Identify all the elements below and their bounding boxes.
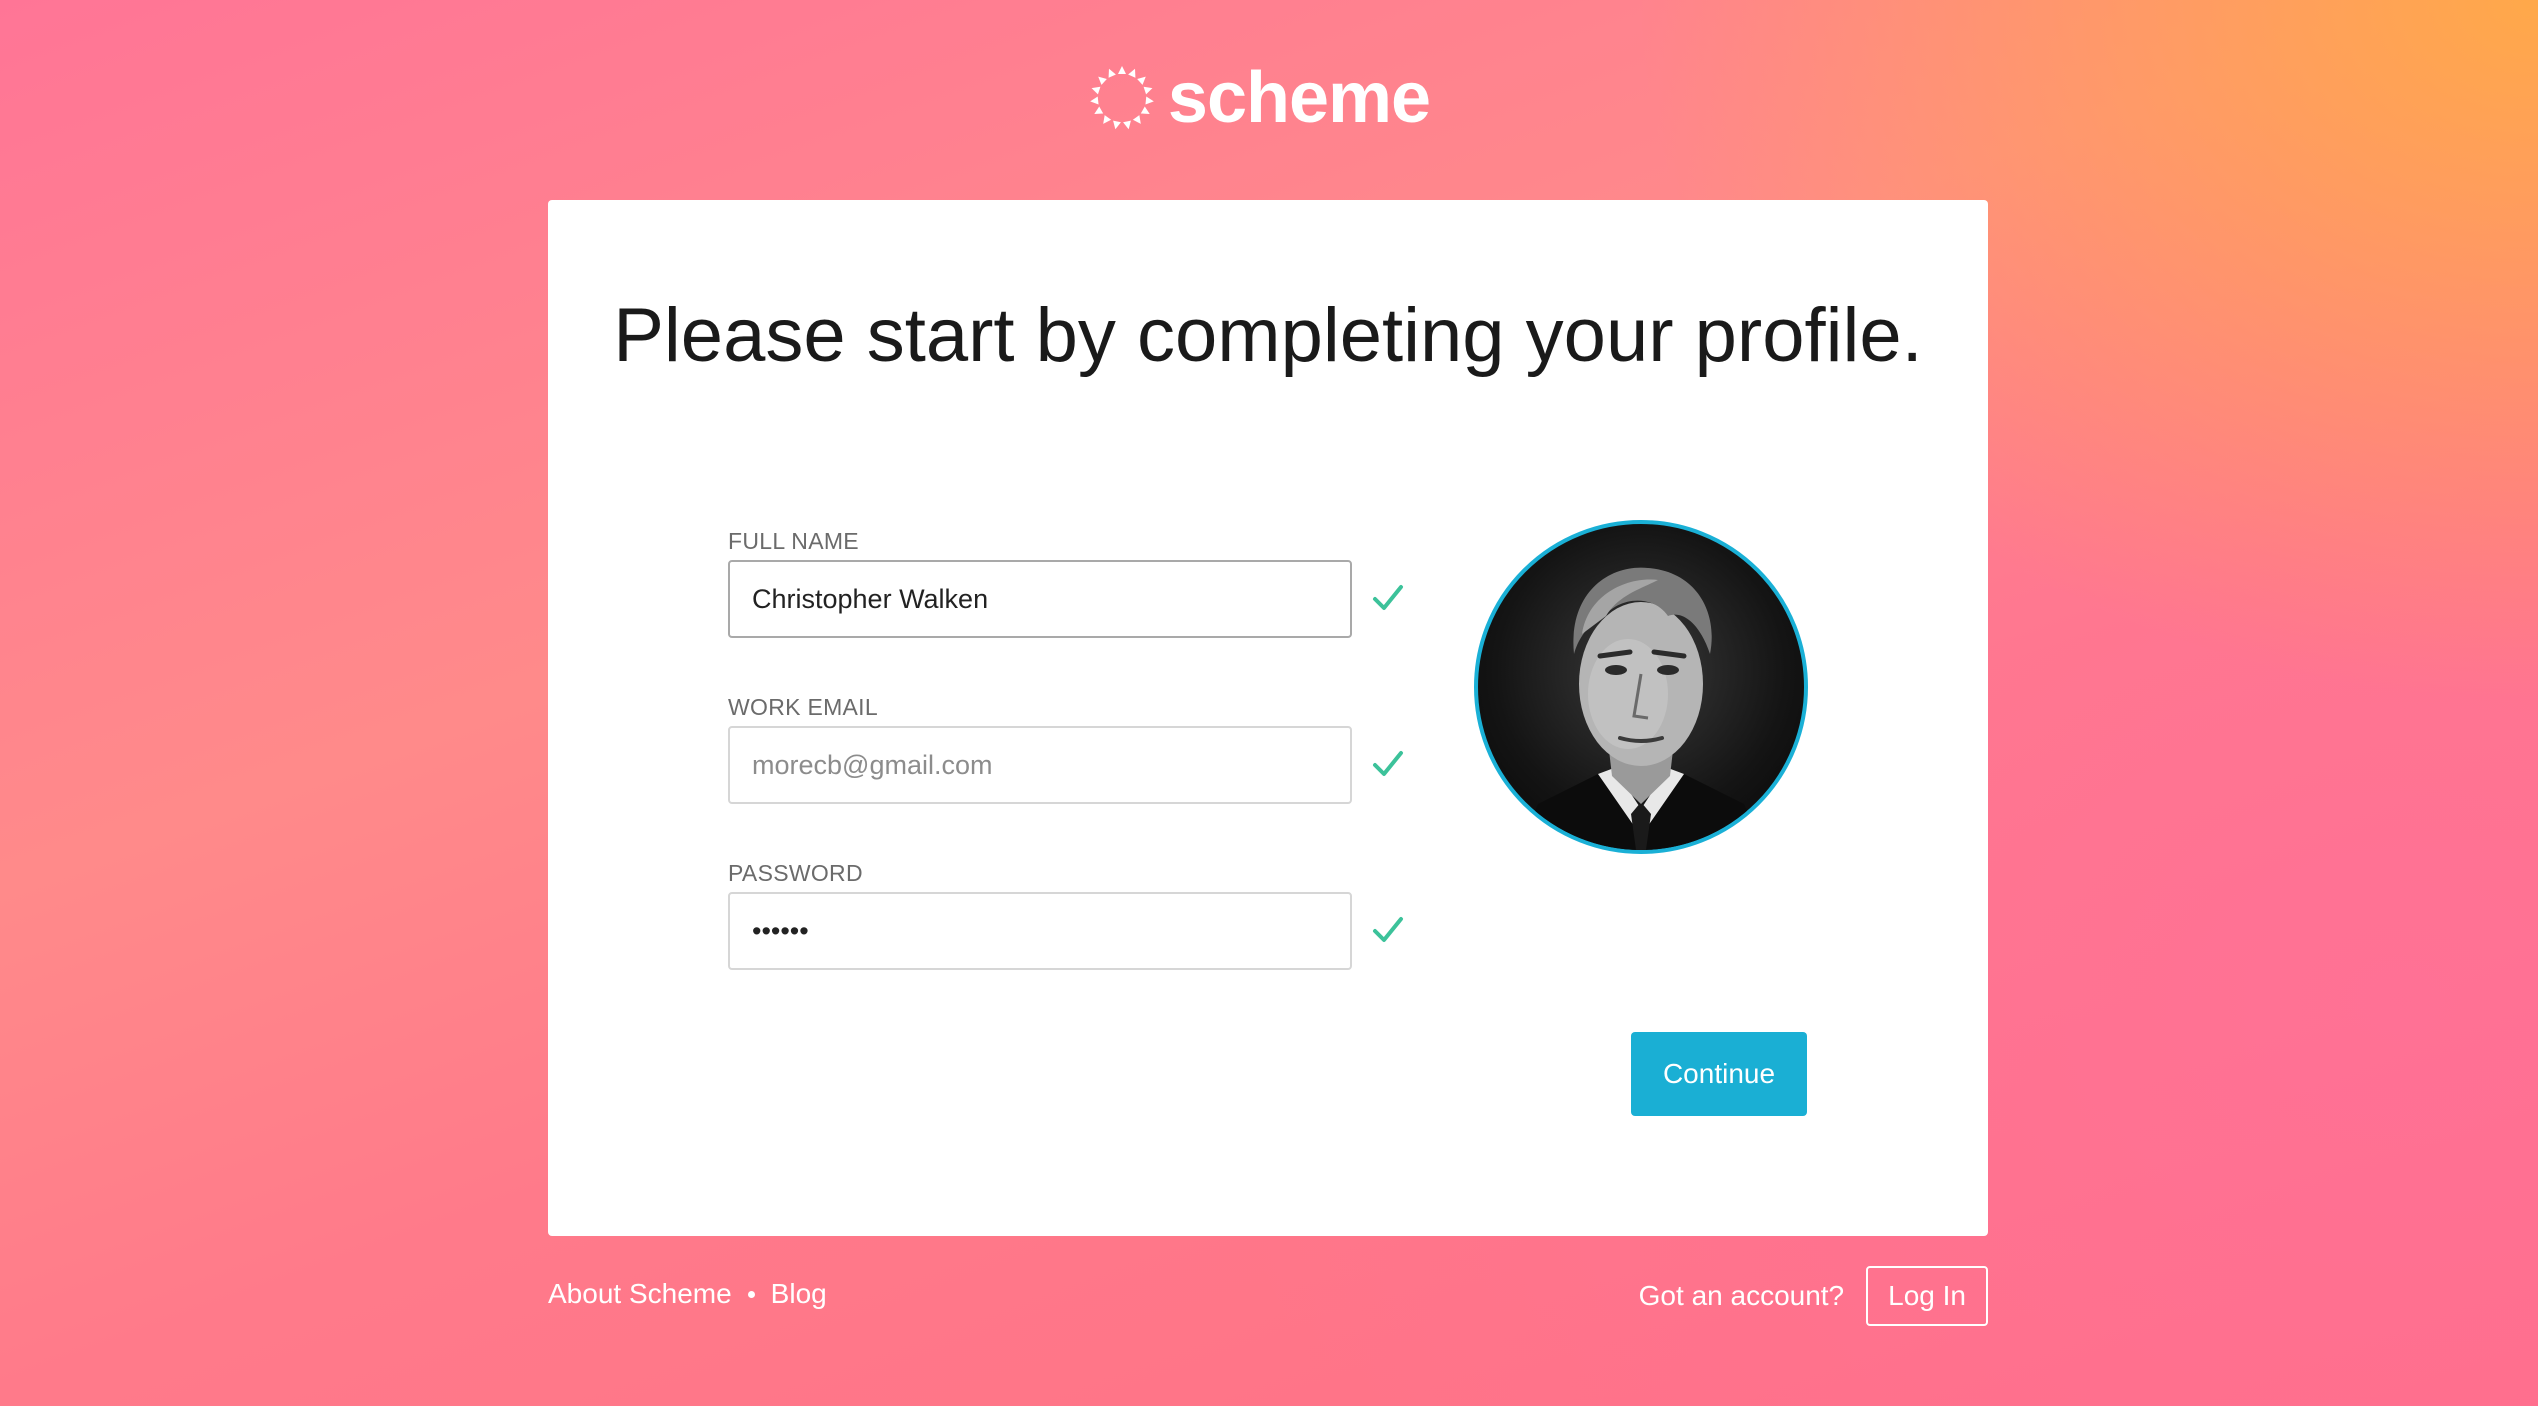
footer-links: About Scheme Blog [548,1278,827,1310]
avatar[interactable] [1474,520,1808,854]
check-icon [1373,585,1403,610]
blog-link[interactable]: Blog [771,1278,827,1310]
work-email-label: WORK EMAIL [728,694,878,720]
full-name-input[interactable] [728,560,1352,638]
logo-lockup: scheme [1088,58,1431,138]
full-name-label: FULL NAME [728,528,859,554]
about-scheme-link[interactable]: About Scheme [548,1278,732,1310]
account-prompt: Got an account? [1638,1280,1845,1311]
brand-name: scheme [1167,58,1431,138]
check-icon [1373,917,1403,942]
work-email-input[interactable] [728,726,1352,804]
password-label: PASSWORD [728,860,863,886]
avatar-portrait-image [1518,567,1764,850]
log-in-button[interactable]: Log In [1866,1266,1988,1326]
page-title: Please start by completing your profile. [613,293,1923,378]
footer-account: Got an account? Log In [1639,1266,1988,1326]
separator-dot-icon [747,1290,755,1298]
profile-card: Please start by completing your profile.… [548,200,1988,1236]
password-input[interactable] [728,892,1352,970]
continue-button[interactable]: Continue [1631,1032,1807,1116]
header-logo: scheme [0,58,2538,138]
check-icon [1373,751,1403,776]
sunburst-ring-icon [1089,66,1155,131]
